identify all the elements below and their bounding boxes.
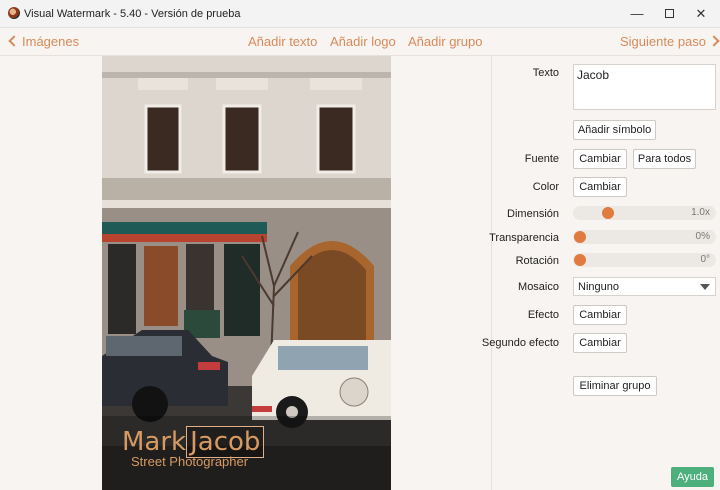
effect-change-button[interactable]: Cambiar — [573, 305, 627, 325]
chevron-left-icon — [8, 35, 20, 47]
size-slider[interactable]: 1.0x — [573, 206, 716, 220]
font-label: Fuente — [524, 153, 559, 165]
text-input[interactable]: Jacob — [573, 64, 716, 110]
preview-canvas: Mark Jacob Street Photographer — [0, 56, 492, 490]
title-bar: Visual Watermark - 5.40 - Versión de pru… — [0, 0, 720, 28]
app-logo-icon — [8, 7, 20, 19]
transparency-slider-handle[interactable] — [574, 231, 586, 243]
font-change-button[interactable]: Cambiar — [573, 149, 627, 169]
maximize-button[interactable] — [654, 4, 684, 24]
maximize-icon — [664, 9, 674, 19]
street-photo-illustration — [102, 56, 391, 490]
chevron-down-icon — [700, 284, 710, 290]
help-button[interactable]: Ayuda — [671, 467, 714, 487]
chevron-right-icon — [708, 35, 720, 47]
add-symbol-button[interactable]: Añadir símbolo — [573, 120, 656, 140]
effect-label: Efecto — [527, 309, 559, 321]
rotation-value: 0° — [700, 254, 710, 265]
add-logo-link[interactable]: Añadir logo — [330, 34, 396, 49]
watermark-name: Mark Jacob — [122, 426, 265, 458]
next-step-link[interactable]: Siguiente paso — [620, 34, 720, 49]
size-label: Dimensión — [507, 208, 559, 220]
close-button[interactable]: ✕ — [686, 4, 716, 24]
second-effect-label: Segundo efecto — [481, 337, 559, 349]
watermark-word1: Mark — [122, 427, 187, 457]
size-value: 1.0x — [691, 207, 710, 218]
rotation-slider[interactable]: 0° — [573, 253, 716, 267]
window-title: Visual Watermark - 5.40 - Versión de pru… — [24, 8, 241, 20]
back-label: Imágenes — [22, 34, 80, 49]
add-group-link[interactable]: Añadir grupo — [408, 34, 482, 49]
settings-panel: Texto Jacob Añadir símbolo Fuente Cambia… — [482, 56, 720, 490]
text-label: Texto — [532, 67, 559, 79]
delete-group-button[interactable]: Eliminar grupo — [573, 376, 657, 396]
second-effect-change-button[interactable]: Cambiar — [573, 333, 627, 353]
color-label: Color — [532, 181, 559, 193]
toolbar: Imágenes Añadir texto Añadir logo Añadir… — [0, 28, 720, 56]
back-to-images-link[interactable]: Imágenes — [8, 34, 80, 49]
transparency-label: Transparencia — [489, 232, 559, 244]
tiling-selected-value: Ninguno — [578, 281, 619, 293]
minimize-button[interactable]: — — [622, 4, 652, 24]
add-text-link[interactable]: Añadir texto — [248, 34, 317, 49]
next-label: Siguiente paso — [620, 34, 707, 49]
preview-photo — [102, 56, 391, 490]
transparency-value: 0% — [695, 231, 710, 242]
rotation-slider-handle[interactable] — [574, 254, 586, 266]
watermark-overlay[interactable]: Mark Jacob Street Photographer — [122, 426, 282, 473]
tiling-select[interactable]: Ninguno — [573, 277, 716, 296]
apply-to-all-button[interactable]: Para todos — [633, 149, 696, 169]
rotation-label: Rotación — [515, 255, 559, 267]
transparency-slider[interactable]: 0% — [573, 230, 716, 244]
tiling-label: Mosaico — [518, 281, 559, 293]
size-slider-handle[interactable] — [602, 207, 615, 219]
watermark-subtitle: Street Photographer — [131, 454, 249, 469]
color-change-button[interactable]: Cambiar — [573, 177, 627, 197]
